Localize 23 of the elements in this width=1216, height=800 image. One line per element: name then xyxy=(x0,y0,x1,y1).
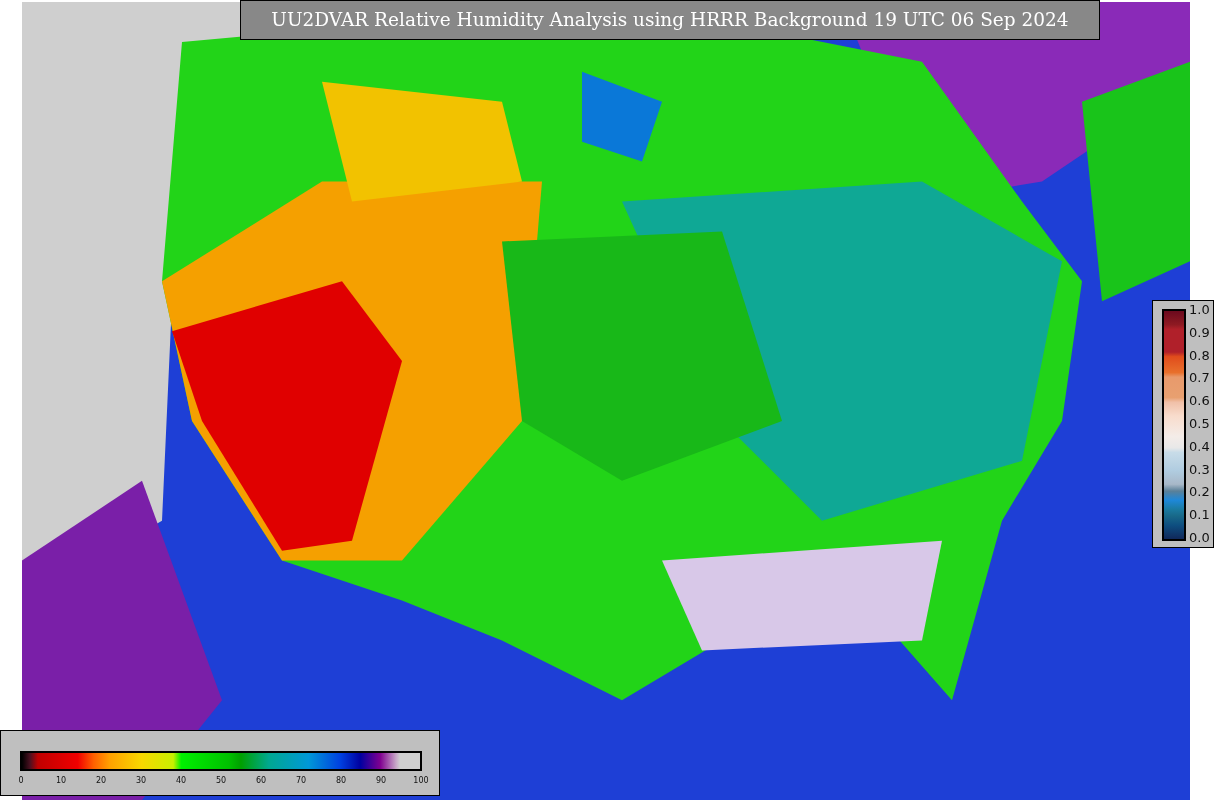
tick-label: 0.4 xyxy=(1189,438,1210,454)
tick-label: 1.0 xyxy=(1189,302,1210,317)
tick-label: 0.8 xyxy=(1189,347,1210,363)
tick-label: 0.2 xyxy=(1189,484,1210,500)
tick-label: 70 xyxy=(294,776,308,785)
tick-label: 30 xyxy=(134,776,148,785)
tick-label: 100 xyxy=(412,776,430,785)
tick-label: 40 xyxy=(174,776,188,785)
tick-label: 0.5 xyxy=(1189,416,1210,431)
tick-label: 60 xyxy=(254,776,268,785)
tick-label: 50 xyxy=(214,776,228,785)
tick-label: 0 xyxy=(17,776,25,785)
tick-label: 0.1 xyxy=(1189,507,1210,523)
map-title: UU2DVAR Relative Humidity Analysis using HRRR Background 19 UTC 06 Sep 2024 xyxy=(240,0,1100,40)
tick-label: 0.0 xyxy=(1189,529,1210,545)
tick-label: 90 xyxy=(374,776,388,785)
tick-label: 0.7 xyxy=(1189,370,1210,386)
tick-label: 80 xyxy=(334,776,348,785)
tick-label: 20 xyxy=(94,776,108,785)
tick-label: 0.6 xyxy=(1189,393,1210,409)
tick-label: 0.9 xyxy=(1189,324,1210,340)
tick-label: 10 xyxy=(54,776,68,785)
tick-label: 0.3 xyxy=(1189,461,1210,477)
